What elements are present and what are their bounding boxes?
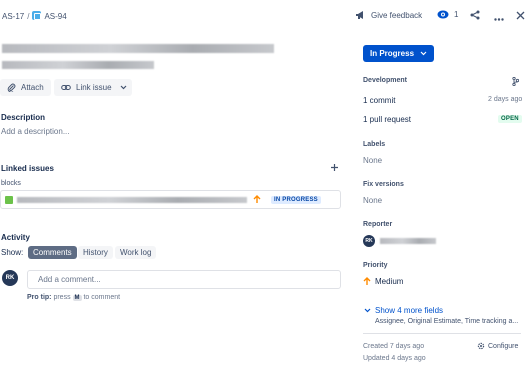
tab-history[interactable]: History — [78, 246, 113, 259]
give-feedback-label: Give feedback — [371, 10, 423, 20]
issue-title-obscured[interactable] — [2, 44, 274, 53]
subtask-type-icon — [32, 11, 42, 20]
status-label: In Progress — [370, 49, 415, 58]
story-type-icon — [5, 196, 13, 204]
link-issue-label: Link issue — [76, 83, 112, 92]
priority-medium-icon — [253, 195, 261, 203]
activity-show-label: Show: — [1, 248, 24, 257]
plus-icon — [331, 164, 338, 171]
linked-issue-status[interactable]: IN PROGRESS — [271, 196, 321, 204]
avatar: RK — [2, 270, 18, 286]
configure-label: Configure — [488, 342, 519, 350]
more-actions-button[interactable] — [494, 14, 504, 23]
updated-date: Updated 4 days ago — [363, 355, 426, 362]
eye-icon — [437, 10, 449, 19]
dev-commits-link[interactable]: 1 commit — [363, 96, 395, 105]
chevron-down-icon — [120, 85, 127, 90]
attach-label: Attach — [21, 83, 44, 92]
pro-tip-rest: to comment — [83, 294, 121, 301]
watch-button[interactable]: 1 — [437, 10, 458, 19]
priority-value[interactable]: Medium — [375, 277, 403, 286]
share-button[interactable] — [470, 10, 480, 22]
breadcrumb-current[interactable]: AS-94 — [44, 12, 66, 21]
reporter-name-obscured[interactable] — [380, 238, 436, 244]
pro-tip-press: press — [53, 294, 71, 301]
description-placeholder[interactable]: Add a description... — [1, 127, 69, 136]
shortcut-key: M — [72, 295, 82, 301]
pr-status-badge: OPEN — [498, 115, 522, 123]
created-date: Created 7 days ago — [363, 343, 425, 350]
link-icon — [61, 85, 71, 90]
tab-work-log[interactable]: Work log — [115, 246, 157, 259]
divider — [363, 333, 521, 334]
pro-tip-bold: Pro tip: — [27, 294, 52, 301]
breadcrumb-parent[interactable]: AS-17 — [2, 12, 24, 21]
linked-issue-summary-obscured — [17, 197, 247, 203]
priority-heading: Priority — [363, 262, 388, 269]
reporter-avatar: RK — [363, 235, 375, 247]
attach-button[interactable]: Attach — [0, 79, 51, 96]
more-actions-dropdown[interactable] — [115, 79, 132, 96]
chevron-down-icon — [364, 308, 371, 313]
linked-issue-row[interactable]: IN PROGRESS — [0, 190, 341, 209]
paperclip-icon — [7, 83, 16, 92]
megaphone-icon — [356, 11, 363, 19]
activity-heading: Activity — [1, 233, 30, 242]
link-issue-button[interactable]: Link issue — [54, 79, 119, 96]
labels-heading: Labels — [363, 141, 386, 148]
fix-versions-heading: Fix versions — [363, 181, 404, 188]
priority-medium-icon — [363, 277, 371, 285]
issue-title-obscured-line2 — [2, 61, 154, 69]
add-linked-issue-button[interactable] — [330, 163, 339, 174]
configure-button[interactable]: Configure — [477, 342, 518, 350]
linked-issues-heading: Linked issues — [1, 164, 54, 173]
branch-button[interactable] — [512, 76, 520, 88]
description-heading: Description — [1, 113, 46, 122]
commit-time: 2 days ago — [488, 96, 523, 103]
fix-versions-value[interactable]: None — [363, 196, 382, 205]
labels-value[interactable]: None — [363, 156, 382, 165]
comment-input[interactable]: Add a comment... — [27, 270, 341, 289]
reporter-heading: Reporter — [363, 221, 393, 228]
gear-icon — [477, 342, 485, 350]
close-button[interactable] — [516, 11, 525, 22]
watch-count: 1 — [454, 10, 459, 19]
dev-pull-request-link[interactable]: 1 pull request — [363, 115, 411, 124]
link-relation-label: blocks — [1, 180, 21, 187]
show-more-fields-button[interactable]: Show 4 more fields — [375, 306, 443, 315]
breadcrumb-separator: / — [27, 12, 30, 21]
pro-tip: Pro tip: press M to comment — [27, 294, 120, 301]
give-feedback-button[interactable]: Give feedback — [355, 10, 422, 20]
chevron-down-icon — [420, 51, 427, 56]
close-icon — [516, 11, 525, 20]
development-heading: Development — [363, 77, 407, 84]
tab-comments[interactable]: Comments — [28, 246, 77, 259]
ellipsis-icon — [494, 18, 504, 21]
branch-icon — [512, 76, 520, 87]
status-dropdown[interactable]: In Progress — [363, 45, 435, 62]
breadcrumb: AS-17/ AS-94 — [2, 11, 67, 21]
share-icon — [470, 10, 480, 20]
more-fields-summary: Assignee, Original Estimate, Time tracki… — [375, 318, 519, 325]
